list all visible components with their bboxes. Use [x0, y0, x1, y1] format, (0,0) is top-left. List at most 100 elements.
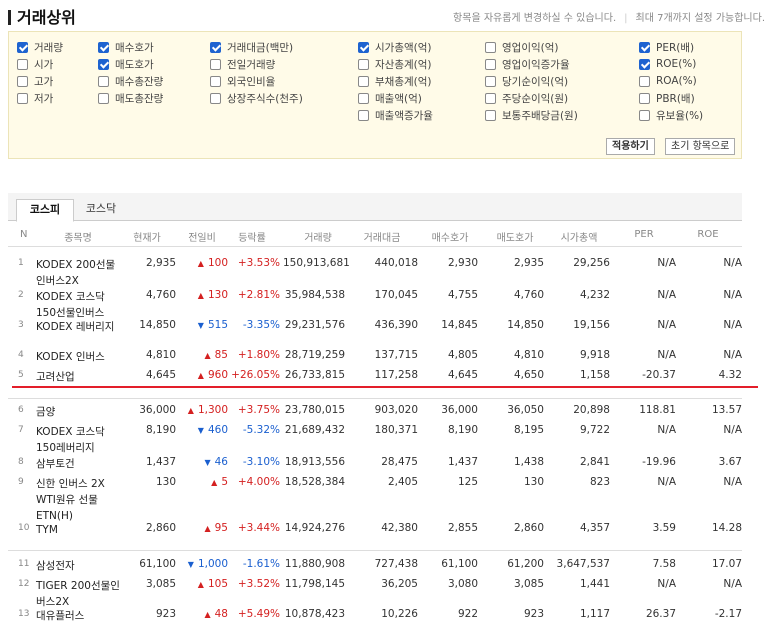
option-label: 시가	[34, 58, 54, 71]
cell-per: 118.81	[639, 404, 676, 416]
cell-roe: 14.28	[711, 522, 742, 534]
cell-name[interactable]: 금양	[36, 404, 122, 420]
checkbox-icon[interactable]	[17, 75, 28, 87]
hint-text-1: 항목을 자유롭게 변경하실 수 있습니다.	[453, 13, 617, 24]
checkbox-icon[interactable]	[485, 109, 496, 121]
change-value: 5	[221, 476, 228, 488]
cell-name[interactable]: TYM	[36, 522, 122, 538]
cell-cap: 20,898	[573, 404, 610, 416]
option-checkbox[interactable]: 영업이익증가율	[485, 57, 570, 71]
cell-name[interactable]: KODEX 인버스	[36, 349, 122, 365]
option-checkbox[interactable]: 고가	[17, 74, 53, 88]
checkbox-icon[interactable]	[639, 109, 650, 121]
checkbox-icon[interactable]	[639, 41, 650, 53]
cell-name[interactable]: KODEX 코스닥150레버리지	[36, 424, 122, 456]
checkbox-icon[interactable]	[17, 58, 28, 70]
option-checkbox[interactable]: 상장주식수(천주)	[210, 91, 303, 105]
tab-kospi[interactable]: 코스피	[16, 199, 74, 222]
option-checkbox[interactable]: 매출액(억)	[358, 91, 422, 105]
option-checkbox[interactable]: PER(배)	[639, 40, 694, 54]
up-arrow-icon: ▲	[211, 478, 218, 487]
checkbox-icon[interactable]	[639, 58, 650, 70]
option-checkbox[interactable]: 보통주배당금(원)	[485, 108, 578, 122]
option-checkbox[interactable]: 당기순이익(억)	[485, 74, 568, 88]
checkbox-icon[interactable]	[98, 58, 109, 70]
option-checkbox[interactable]: 매수호가	[98, 40, 154, 54]
cell-cap: 29,256	[573, 257, 610, 269]
option-checkbox[interactable]: 매출액증가율	[358, 108, 433, 122]
reset-button[interactable]: 초기 항목으로	[665, 138, 736, 155]
option-checkbox[interactable]: 자산총계(억)	[358, 57, 432, 71]
checkbox-icon[interactable]	[210, 75, 221, 87]
option-checkbox[interactable]: 유보율(%)	[639, 108, 703, 122]
option-checkbox[interactable]: 시가	[17, 57, 53, 71]
cell-name[interactable]: KODEX 코스닥150선물인버스	[36, 289, 122, 321]
option-checkbox[interactable]: 매도총잔량	[98, 91, 163, 105]
option-checkbox[interactable]: 매도호가	[98, 57, 154, 71]
cell-diff: ▲ 1,300	[178, 404, 228, 416]
checkbox-icon[interactable]	[210, 92, 221, 104]
column-header: ROE	[697, 229, 719, 240]
option-checkbox[interactable]: 외국인비율	[210, 74, 275, 88]
option-label: 영업이익(억)	[502, 41, 559, 54]
checkbox-icon[interactable]	[485, 58, 496, 70]
checkbox-icon[interactable]	[485, 75, 496, 87]
cell-price: 130	[155, 476, 176, 488]
cell-amt: 36,205	[381, 578, 418, 590]
checkbox-icon[interactable]	[358, 75, 369, 87]
cell-name[interactable]: 고려산업	[36, 369, 122, 385]
cell-cap: 1,158	[579, 369, 610, 381]
option-checkbox[interactable]: 전일거래량	[210, 57, 275, 71]
cell-name[interactable]: 신한 인버스 2X WTI원유 선물 ETN(H)	[36, 476, 122, 524]
cell-cap: 4,357	[579, 522, 610, 534]
checkbox-icon[interactable]	[485, 41, 496, 53]
checkbox-icon[interactable]	[358, 109, 369, 121]
cell-n: 4	[18, 350, 24, 360]
change-value: 130	[207, 289, 228, 301]
checkbox-icon[interactable]	[98, 92, 109, 104]
cell-name[interactable]: 삼성전자	[36, 558, 122, 574]
option-checkbox[interactable]: 부채총계(억)	[358, 74, 432, 88]
option-label: 매출액(억)	[375, 92, 422, 105]
cell-diff: ▲ 105	[178, 578, 228, 590]
checkbox-icon[interactable]	[17, 41, 28, 53]
checkbox-icon[interactable]	[358, 58, 369, 70]
column-header: 매도호가	[496, 233, 534, 244]
checkbox-icon[interactable]	[358, 41, 369, 53]
option-checkbox[interactable]: ROE(%)	[639, 57, 696, 71]
option-checkbox[interactable]: 거래대금(백만)	[210, 40, 293, 54]
option-checkbox[interactable]: 저가	[17, 91, 53, 105]
checkbox-icon[interactable]	[210, 41, 221, 53]
up-arrow-icon: ▲	[197, 580, 204, 589]
checkbox-icon[interactable]	[358, 92, 369, 104]
option-checkbox[interactable]: 영업이익(억)	[485, 40, 559, 54]
cell-per: -19.96	[642, 456, 676, 468]
cell-n: 8	[18, 457, 24, 467]
cell-name[interactable]: 대유플러스	[36, 608, 122, 624]
cell-n: 13	[18, 609, 30, 619]
cell-amt: 117,258	[374, 369, 418, 381]
option-checkbox[interactable]: 거래량	[17, 40, 63, 54]
checkbox-icon[interactable]	[639, 92, 650, 104]
cell-name[interactable]: KODEX 레버리지	[36, 319, 122, 335]
cell-name[interactable]: KODEX 200선물인버스2X	[36, 257, 122, 289]
option-checkbox[interactable]: 주당순이익(원)	[485, 91, 568, 105]
option-checkbox[interactable]: ROA(%)	[639, 74, 697, 88]
checkbox-icon[interactable]	[639, 75, 650, 87]
apply-button[interactable]: 적용하기	[606, 138, 655, 155]
option-checkbox[interactable]: PBR(배)	[639, 91, 695, 105]
cell-name[interactable]: 삼부토건	[36, 456, 122, 472]
down-arrow-icon: ▼	[197, 426, 204, 435]
checkbox-icon[interactable]	[210, 58, 221, 70]
cell-rate: +3.53%	[237, 257, 280, 269]
checkbox-icon[interactable]	[98, 75, 109, 87]
checkbox-icon[interactable]	[98, 41, 109, 53]
checkbox-icon[interactable]	[485, 92, 496, 104]
checkbox-icon[interactable]	[17, 92, 28, 104]
tab-kosdaq[interactable]: 코스닥	[74, 199, 128, 222]
cell-roe: N/A	[723, 476, 742, 488]
cell-per: N/A	[657, 476, 676, 488]
option-checkbox[interactable]: 매수총잔량	[98, 74, 163, 88]
cell-name[interactable]: TIGER 200선물인버스2X	[36, 578, 122, 610]
option-checkbox[interactable]: 시가총액(억)	[358, 40, 432, 54]
